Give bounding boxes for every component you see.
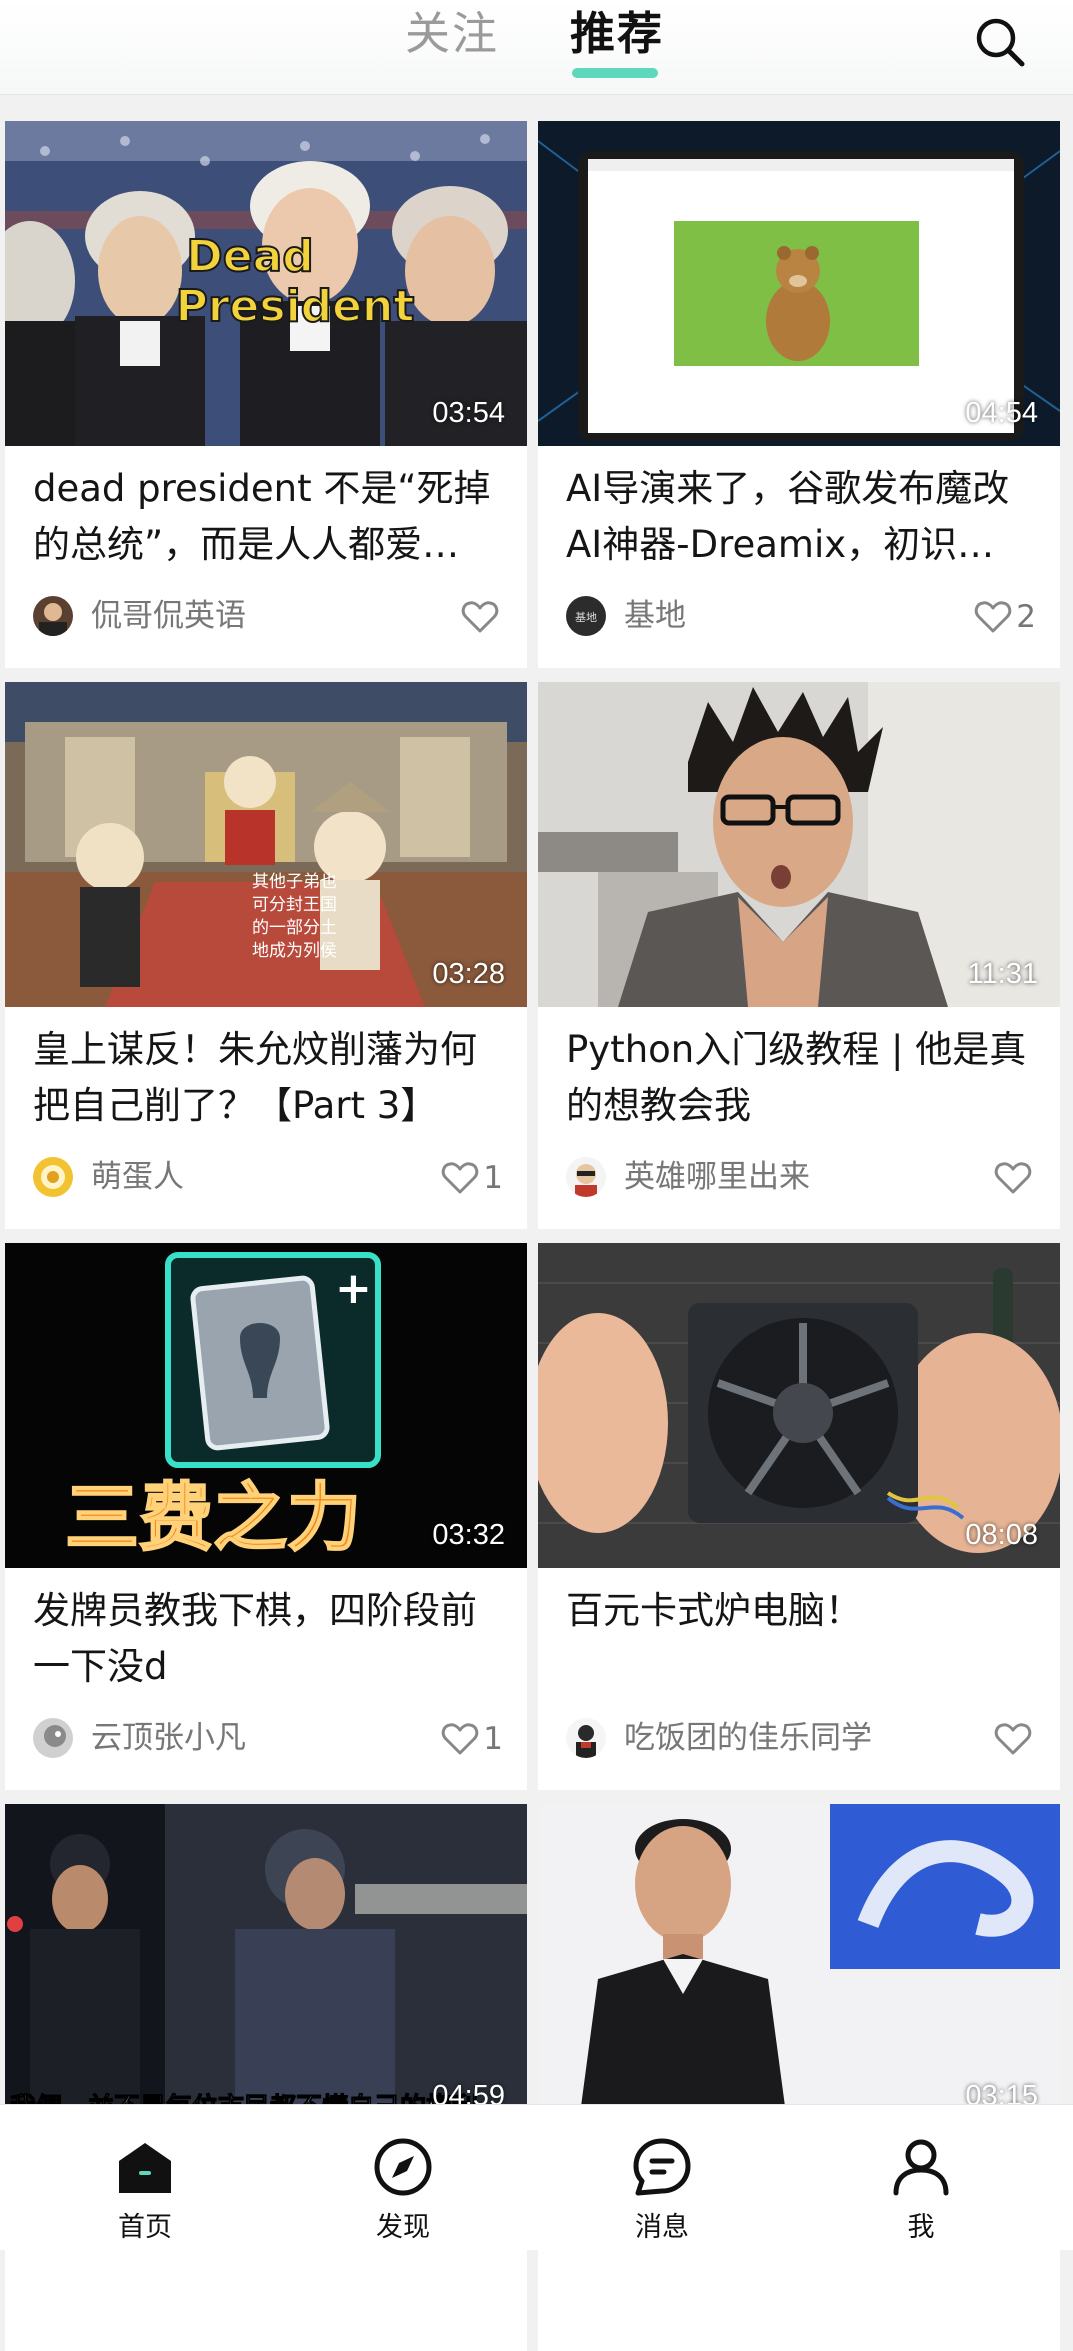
video-duration: 11:31 bbox=[967, 958, 1038, 990]
like-count: 1 bbox=[483, 1721, 503, 1757]
nav-home[interactable]: 首页 bbox=[75, 2105, 215, 2250]
video-thumbnail[interactable]: 04:54 bbox=[538, 121, 1060, 446]
tab-recommend[interactable]: 推荐 bbox=[570, 4, 664, 64]
nav-messages[interactable]: 消息 bbox=[592, 2105, 732, 2250]
video-card[interactable]: 我們，並不是每位市民都不懂自己的權利 04:59 bbox=[5, 1804, 527, 2351]
heart-icon bbox=[442, 1162, 479, 1194]
top-header: 关注 推荐 bbox=[0, 0, 1073, 95]
author-row: 侃哥侃英语 bbox=[33, 591, 503, 641]
like-button[interactable]: 2 bbox=[974, 597, 1036, 637]
video-duration: 03:28 bbox=[432, 958, 505, 990]
video-card[interactable]: 04:54 AI导演来了，谷歌发布魔改AI神器-Dreamix，初识… 基地 基… bbox=[538, 121, 1060, 668]
video-title[interactable]: 百元卡式炉电脑！ bbox=[566, 1583, 1036, 1699]
video-title[interactable]: Python入门级教程 | 他是真的想教会我 bbox=[566, 1022, 1036, 1138]
video-title[interactable]: dead president 不是“死掉的总统”，而是人人都爱… bbox=[33, 461, 503, 577]
author-row: 萌蛋人 1 bbox=[33, 1152, 503, 1202]
like-button[interactable] bbox=[994, 1719, 1036, 1759]
heart-icon bbox=[442, 1723, 479, 1755]
video-duration: 03:54 bbox=[432, 397, 505, 429]
avatar[interactable] bbox=[33, 1718, 73, 1758]
nav-home-label: 首页 bbox=[118, 2212, 172, 2243]
author-name[interactable]: 侃哥侃英语 bbox=[91, 597, 246, 635]
author-row: 英雄哪里出来 bbox=[566, 1152, 1036, 1202]
like-count: 1 bbox=[483, 1160, 503, 1196]
author-name[interactable]: 萌蛋人 bbox=[91, 1158, 184, 1196]
author-name[interactable]: 云顶张小凡 bbox=[91, 1719, 246, 1757]
avatar[interactable]: 基地 bbox=[566, 596, 606, 636]
svg-text:可分封王国: 可分封王国 bbox=[252, 895, 337, 915]
avatar-text: 基地 bbox=[575, 611, 597, 624]
message-icon bbox=[633, 2138, 691, 2196]
heart-icon bbox=[461, 601, 499, 633]
video-thumbnail[interactable]: 03:15 bbox=[538, 1804, 1060, 2129]
nav-messages-label: 消息 bbox=[635, 2212, 689, 2243]
heart-icon bbox=[975, 601, 1012, 633]
nav-discover-label: 发现 bbox=[376, 2212, 430, 2243]
like-button[interactable] bbox=[994, 1158, 1036, 1198]
nav-discover[interactable]: 发现 bbox=[333, 2105, 473, 2250]
video-card[interactable]: + 三费之力 03:32 发牌员教我下棋，四阶段前一下没d 云顶张小凡 1 bbox=[5, 1243, 527, 1790]
video-card[interactable]: 08:08 百元卡式炉电脑！ 吃饭团的佳乐同学 bbox=[538, 1243, 1060, 1790]
svg-text:+: + bbox=[335, 1263, 372, 1314]
video-card[interactable]: 11:31 Python入门级教程 | 他是真的想教会我 英雄哪里出来 bbox=[538, 682, 1060, 1229]
video-title[interactable]: 发牌员教我下棋，四阶段前一下没d bbox=[33, 1583, 503, 1699]
author-row: 吃饭团的佳乐同学 bbox=[566, 1713, 1036, 1763]
svg-text:地成为列侯: 地成为列侯 bbox=[252, 941, 337, 961]
bottom-nav: 首页 发现 消息 我 bbox=[0, 2104, 1073, 2250]
svg-text:的一部分土: 的一部分土 bbox=[252, 918, 337, 938]
avatar[interactable] bbox=[566, 1157, 606, 1197]
search-icon[interactable] bbox=[972, 14, 1028, 70]
video-thumbnail[interactable]: 其他子弟也 可分封王国 的一部分土 地成为列侯 03:28 bbox=[5, 682, 527, 1007]
avatar[interactable] bbox=[33, 1157, 73, 1197]
compass-icon bbox=[374, 2138, 432, 2196]
nav-me-label: 我 bbox=[907, 2212, 935, 2243]
nav-me[interactable]: 我 bbox=[851, 2105, 991, 2250]
active-tab-indicator bbox=[572, 68, 658, 78]
author-row: 云顶张小凡 1 bbox=[33, 1713, 503, 1763]
video-title[interactable]: AI导演来了，谷歌发布魔改AI神器-Dreamix，初识… bbox=[566, 461, 1036, 577]
like-button[interactable]: 1 bbox=[441, 1158, 503, 1198]
thumbnail-caption-line1: Dead bbox=[186, 231, 314, 282]
video-thumbnail[interactable]: + 三费之力 03:32 bbox=[5, 1243, 527, 1568]
video-thumbnail[interactable]: 我們，並不是每位市民都不懂自己的權利 04:59 bbox=[5, 1804, 527, 2129]
video-thumbnail[interactable]: Dead President 03:54 bbox=[5, 121, 527, 446]
video-duration: 03:32 bbox=[432, 1519, 505, 1551]
video-thumbnail[interactable]: 08:08 bbox=[538, 1243, 1060, 1568]
tab-follow[interactable]: 关注 bbox=[405, 4, 499, 64]
avatar[interactable] bbox=[33, 596, 73, 636]
like-count: 2 bbox=[1016, 599, 1036, 635]
user-icon bbox=[893, 2139, 949, 2196]
heart-icon bbox=[994, 1162, 1032, 1194]
video-card[interactable]: 03:15 bbox=[538, 1804, 1060, 2351]
thumbnail-caption-line2: President bbox=[176, 281, 415, 332]
like-button[interactable]: 1 bbox=[441, 1719, 503, 1759]
thumbnail-caption: 其他子弟也 bbox=[252, 872, 337, 892]
avatar[interactable] bbox=[566, 1718, 606, 1758]
author-row: 基地 基地 2 bbox=[566, 591, 1036, 641]
video-thumbnail[interactable]: 11:31 bbox=[538, 682, 1060, 1007]
author-name[interactable]: 英雄哪里出来 bbox=[624, 1158, 810, 1196]
heart-icon bbox=[994, 1723, 1032, 1755]
video-card[interactable]: 其他子弟也 可分封王国 的一部分土 地成为列侯 03:28 皇上谋反！朱允炆削藩… bbox=[5, 682, 527, 1229]
home-icon bbox=[119, 2143, 171, 2193]
video-duration: 04:54 bbox=[965, 397, 1038, 429]
author-name[interactable]: 基地 bbox=[624, 597, 686, 635]
video-duration: 08:08 bbox=[965, 1519, 1038, 1551]
video-title[interactable]: 皇上谋反！朱允炆削藩为何把自己削了？【Part 3】 bbox=[33, 1022, 503, 1138]
author-name[interactable]: 吃饭团的佳乐同学 bbox=[624, 1719, 872, 1757]
video-card[interactable]: Dead President 03:54 dead president 不是“死… bbox=[5, 121, 527, 668]
like-button[interactable] bbox=[461, 597, 503, 637]
thumbnail-caption: 三费之力 bbox=[65, 1475, 361, 1561]
